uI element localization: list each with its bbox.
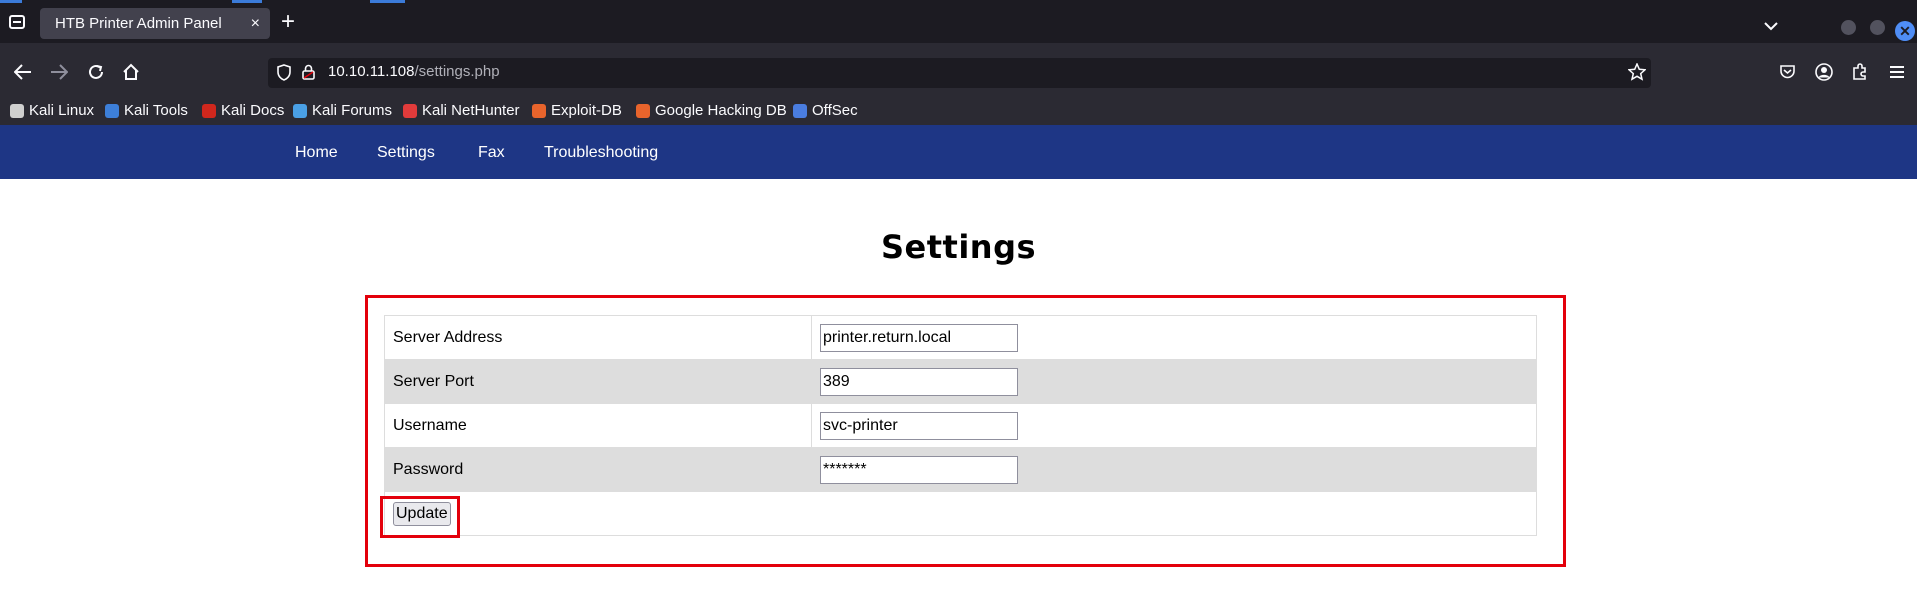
table-row: Server Address bbox=[384, 315, 1537, 360]
tab-indicator bbox=[232, 0, 262, 3]
bookmark-kali-docs[interactable]: Kali Docs bbox=[202, 99, 284, 123]
back-icon[interactable] bbox=[14, 64, 32, 80]
field-label: Server Address bbox=[384, 315, 812, 360]
kali-docs-icon bbox=[202, 104, 216, 118]
url-path: /settings.php bbox=[414, 63, 500, 80]
table-cell: Update bbox=[384, 491, 1537, 536]
bookmark-label: Google Hacking DB bbox=[655, 102, 787, 119]
ghdb-icon bbox=[636, 104, 650, 118]
extensions-icon[interactable] bbox=[1851, 63, 1869, 81]
bookmark-kali-linux[interactable]: Kali Linux bbox=[10, 99, 94, 123]
nav-link-home[interactable]: Home bbox=[295, 144, 338, 162]
minimize-icon[interactable] bbox=[1841, 20, 1856, 35]
password-input[interactable] bbox=[820, 455, 1018, 484]
bookmark-label: Kali NetHunter bbox=[422, 102, 520, 119]
maximize-icon[interactable] bbox=[1870, 20, 1885, 35]
nav-link-settings[interactable]: Settings bbox=[377, 144, 435, 162]
settings-form-table: Server Address Server Port Username Pass… bbox=[384, 315, 1537, 536]
bookmark-label: Kali Tools bbox=[124, 102, 188, 119]
site-navbar bbox=[0, 125, 1917, 179]
pocket-icon[interactable] bbox=[1779, 64, 1796, 80]
table-cell bbox=[811, 359, 1537, 404]
table-cell bbox=[811, 315, 1537, 360]
nav-link-fax[interactable]: Fax bbox=[478, 144, 505, 162]
exploit-db-icon bbox=[532, 104, 546, 118]
bookmarks-toolbar bbox=[0, 99, 1917, 125]
nav-link-troubleshooting[interactable]: Troubleshooting bbox=[544, 144, 658, 162]
bookmark-label: Kali Linux bbox=[29, 102, 95, 119]
nethunter-icon bbox=[403, 104, 417, 118]
bookmark-label: OffSec bbox=[812, 102, 858, 119]
bookmark-exploit-db[interactable]: Exploit-DB bbox=[532, 99, 622, 123]
server-address-input[interactable] bbox=[820, 323, 1018, 352]
shield-icon[interactable] bbox=[277, 64, 291, 81]
home-icon[interactable] bbox=[122, 63, 140, 81]
bookmark-kali-tools[interactable]: Kali Tools bbox=[105, 99, 188, 123]
page-title: Settings bbox=[880, 228, 1037, 266]
lock-icon[interactable] bbox=[302, 64, 315, 80]
tab-list-icon[interactable] bbox=[9, 15, 25, 29]
tab-indicator bbox=[370, 0, 405, 3]
bookmark-label: Exploit-DB bbox=[551, 102, 622, 119]
bookmark-offsec[interactable]: OffSec bbox=[793, 99, 858, 123]
kali-dragon-icon bbox=[10, 104, 24, 118]
url-text[interactable]: 10.10.11.108/settings.php bbox=[328, 63, 500, 80]
offsec-icon bbox=[793, 104, 807, 118]
server-port-input[interactable] bbox=[820, 367, 1018, 396]
forward-icon[interactable] bbox=[50, 64, 68, 80]
reload-icon[interactable] bbox=[87, 63, 105, 81]
table-row: Update bbox=[384, 491, 1537, 536]
bookmark-star-icon[interactable] bbox=[1628, 63, 1646, 81]
table-row: Password bbox=[384, 447, 1537, 492]
chevron-down-icon[interactable] bbox=[1764, 22, 1778, 31]
kali-tools-icon bbox=[105, 104, 119, 118]
menu-icon[interactable] bbox=[1889, 64, 1905, 80]
table-row: Server Port bbox=[384, 359, 1537, 404]
field-label: Password bbox=[384, 447, 812, 492]
bookmark-google-hacking-db[interactable]: Google Hacking DB bbox=[636, 99, 787, 123]
new-tab-icon[interactable]: + bbox=[281, 10, 295, 34]
table-cell bbox=[811, 447, 1537, 492]
bookmark-label: Kali Docs bbox=[221, 102, 285, 119]
account-icon[interactable] bbox=[1815, 63, 1833, 81]
bookmark-kali-nethunter[interactable]: Kali NetHunter bbox=[403, 99, 520, 123]
tab-indicator bbox=[0, 0, 22, 3]
table-row: Username bbox=[384, 403, 1537, 448]
bookmark-label: Kali Forums bbox=[312, 102, 393, 119]
tab-close-icon[interactable]: × bbox=[251, 8, 260, 39]
field-label: Username bbox=[384, 403, 812, 448]
kali-forums-icon bbox=[293, 104, 307, 118]
field-label: Server Port bbox=[384, 359, 812, 404]
button-highlight-box bbox=[380, 496, 460, 538]
bookmark-kali-forums[interactable]: Kali Forums bbox=[293, 99, 392, 123]
tab-title: HTB Printer Admin Panel bbox=[55, 15, 222, 32]
table-cell bbox=[811, 403, 1537, 448]
url-host: 10.10.11.108 bbox=[328, 63, 415, 80]
tab-htb-printer[interactable]: HTB Printer Admin Panel × bbox=[40, 8, 270, 39]
username-input[interactable] bbox=[820, 411, 1018, 440]
close-window-icon[interactable]: ✕ bbox=[1895, 21, 1915, 41]
